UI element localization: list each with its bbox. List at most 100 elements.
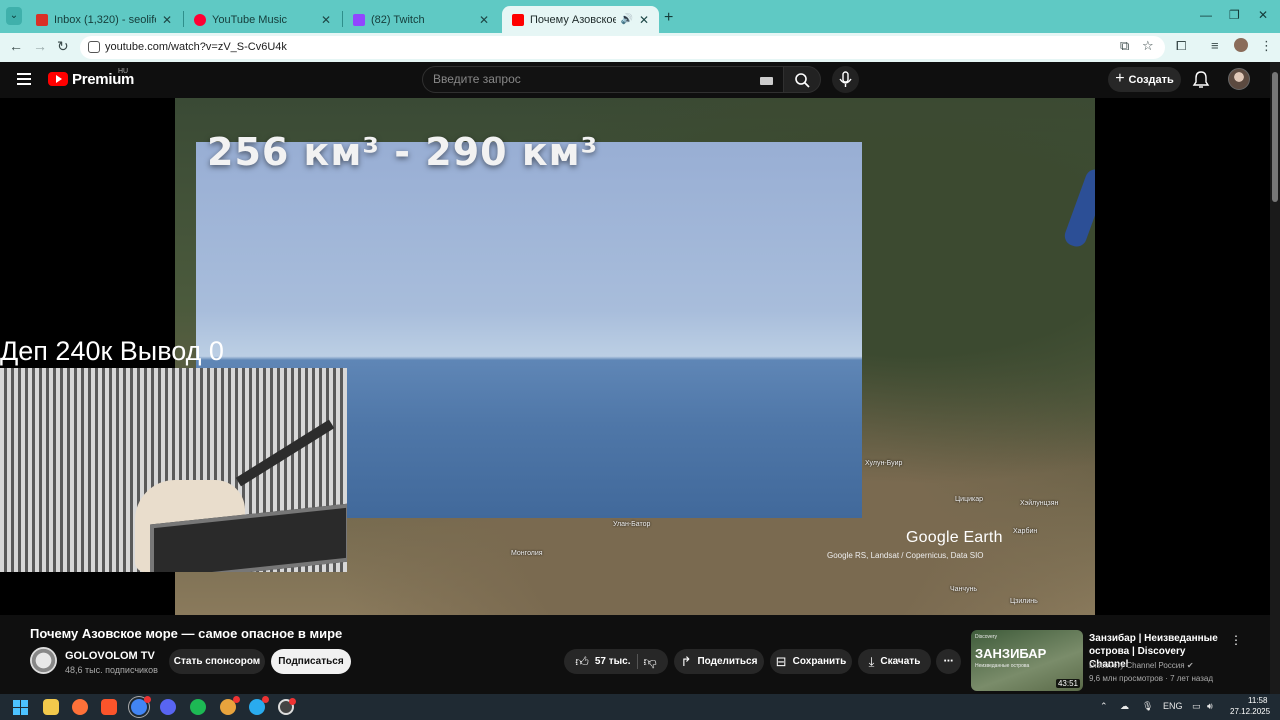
- tab-current-video[interactable]: Почему Азовское море — 🔊 ✕: [502, 6, 659, 33]
- file-explorer-icon[interactable]: [43, 699, 59, 715]
- channel-name[interactable]: GOLOVOLOM TV: [65, 650, 155, 662]
- new-tab-icon[interactable]: +: [664, 9, 673, 27]
- search-input[interactable]: [433, 72, 753, 86]
- thumb-title: ЗАНЗИБАР: [975, 646, 1047, 661]
- map-label: Хулун-Буир: [865, 460, 903, 467]
- tab-title: Inbox (1,320) - seolifeinfo@gm: [54, 13, 156, 26]
- brave-icon[interactable]: [101, 699, 117, 715]
- like-count[interactable]: 57 тыс.: [595, 656, 631, 667]
- chrome-icon[interactable]: [131, 696, 151, 715]
- language-indicator[interactable]: ENG: [1163, 701, 1183, 711]
- map-lake: [1061, 166, 1095, 250]
- network-icon[interactable]: ▭: [1192, 701, 1201, 712]
- plus-icon: +: [1115, 69, 1125, 87]
- tab-search-icon[interactable]: ⌄: [6, 7, 22, 25]
- download-button[interactable]: ⤓ Скачать: [858, 649, 931, 674]
- stream-overlay-text: Деп 240к Вывод 0: [0, 336, 224, 366]
- video-title: Почему Азовское море — самое опасное в м…: [30, 626, 343, 641]
- speaker-icon[interactable]: 🔊: [620, 14, 632, 25]
- profile-avatar[interactable]: [1234, 38, 1248, 52]
- map-label: Хэйлунцзян: [1020, 500, 1059, 507]
- clock-date[interactable]: 27.12.2025: [1230, 707, 1270, 716]
- clock-time[interactable]: 11:58: [1248, 696, 1267, 705]
- sponsor-button[interactable]: Стать спонсором: [169, 649, 265, 674]
- discord-icon[interactable]: [160, 699, 176, 715]
- close-tab-icon[interactable]: ✕: [639, 13, 649, 27]
- create-button[interactable]: + Создать: [1108, 67, 1181, 92]
- back-icon[interactable]: ←: [9, 38, 23, 54]
- create-label: Создать: [1128, 73, 1174, 86]
- scrollbar-thumb[interactable]: [1272, 72, 1278, 202]
- dislike-icon[interactable]: 👎︎: [644, 654, 657, 670]
- address-bar[interactable]: youtube.com/watch?v=zV_S-Cv6U4k: [80, 36, 1165, 59]
- tray-mic-icon[interactable]: 🎙︎: [1142, 701, 1153, 712]
- sponsor-label: Стать спонсором: [173, 656, 261, 667]
- cast-icon[interactable]: ⧉: [1120, 38, 1129, 54]
- thumb-brand: Discovery: [975, 634, 997, 640]
- search-box[interactable]: [422, 66, 784, 93]
- tab-gmail[interactable]: Inbox (1,320) - seolifeinfo@gm ✕: [26, 6, 182, 33]
- restore-icon[interactable]: ❐: [1229, 8, 1240, 22]
- tab-title: (82) Twitch: [371, 13, 425, 26]
- map-label: Улан-Батор: [613, 521, 651, 528]
- youtube-logo-icon[interactable]: [48, 72, 68, 86]
- chrome-profile-icon[interactable]: [220, 696, 240, 715]
- reload-icon[interactable]: ↻: [57, 38, 69, 55]
- mic-arm-shape: [235, 419, 335, 487]
- close-window-icon[interactable]: ✕: [1258, 8, 1268, 22]
- video-duration: 43:51: [1055, 679, 1080, 688]
- recommendation-menu-icon[interactable]: ⋮: [1230, 633, 1242, 647]
- tab-twitch[interactable]: (82) Twitch ✕: [343, 6, 499, 33]
- bookmark-icon: ⊟: [775, 653, 787, 669]
- firefox-icon[interactable]: [72, 699, 88, 715]
- bookmark-star-icon[interactable]: ☆: [1142, 38, 1154, 54]
- more-actions-button[interactable]: ⋯: [936, 649, 961, 674]
- close-tab-icon[interactable]: ✕: [162, 13, 172, 27]
- keyboard-icon[interactable]: [760, 77, 773, 85]
- share-icon: ↱: [680, 653, 692, 669]
- notifications-bell-icon[interactable]: [1192, 70, 1210, 90]
- thumb-subtitle: Неизведанные острова: [975, 663, 1030, 669]
- telegram-icon[interactable]: [249, 696, 269, 715]
- more-horizontal-icon: ⋯: [943, 656, 954, 667]
- tray-overflow-icon[interactable]: ⌃: [1100, 701, 1108, 712]
- notification-badge: [289, 698, 296, 705]
- like-icon[interactable]: 👍︎: [575, 654, 589, 670]
- recommended-channel[interactable]: Discovery Channel Россия ✔: [1089, 661, 1194, 670]
- menu-kebab-icon[interactable]: ⋮: [1260, 38, 1273, 54]
- search-button[interactable]: [783, 66, 821, 93]
- hamburger-menu-icon[interactable]: [17, 73, 31, 85]
- close-tab-icon[interactable]: ✕: [321, 13, 331, 27]
- account-avatar[interactable]: [1228, 68, 1250, 90]
- voice-search-button[interactable]: [832, 66, 859, 93]
- notification-badge: [233, 696, 240, 703]
- share-label: Поделиться: [697, 656, 758, 667]
- subscribe-button[interactable]: Подписаться: [271, 649, 351, 674]
- volume-icon[interactable]: 🔊︎: [1207, 701, 1213, 712]
- recommended-video-meta: 9,6 млн просмотров · 7 лет назад: [1089, 674, 1214, 683]
- forward-icon[interactable]: →: [33, 38, 47, 54]
- extensions-icon[interactable]: ⧠: [1176, 38, 1186, 54]
- recommended-channel-name: Discovery Channel Россия: [1089, 661, 1185, 670]
- map-credit: Google RS, Landsat / Copernicus, Data SI…: [827, 551, 984, 560]
- media-controls-icon[interactable]: ≡: [1211, 38, 1219, 53]
- spotify-icon[interactable]: [190, 699, 206, 715]
- logo-region: HU: [118, 68, 129, 75]
- minimize-icon[interactable]: —: [1200, 8, 1212, 22]
- url-text[interactable]: youtube.com/watch?v=zV_S-Cv6U4k: [105, 41, 287, 53]
- save-button[interactable]: ⊟ Сохранить: [770, 649, 852, 674]
- share-button[interactable]: ↱ Поделиться: [674, 649, 764, 674]
- windows-start-icon[interactable]: [13, 700, 28, 715]
- page-scrollbar[interactable]: [1270, 62, 1280, 694]
- search-icon: [795, 73, 810, 88]
- subscriber-count: 48,6 тыс. подписчиков: [65, 665, 158, 675]
- save-label: Сохранить: [792, 656, 847, 667]
- cloud-icon[interactable]: ☁: [1120, 701, 1129, 712]
- tab-youtube-music[interactable]: YouTube Music ✕: [184, 6, 341, 33]
- site-info-icon[interactable]: [88, 41, 100, 53]
- obs-icon[interactable]: [278, 698, 296, 715]
- channel-avatar[interactable]: [30, 647, 57, 674]
- close-tab-icon[interactable]: ✕: [479, 13, 489, 27]
- recommended-video-thumbnail[interactable]: Discovery ЗАНЗИБАР Неизведанные острова …: [971, 630, 1083, 691]
- video-player[interactable]: 256 км³ - 290 км³ Улан-Батор Монголия Ху…: [0, 98, 1280, 615]
